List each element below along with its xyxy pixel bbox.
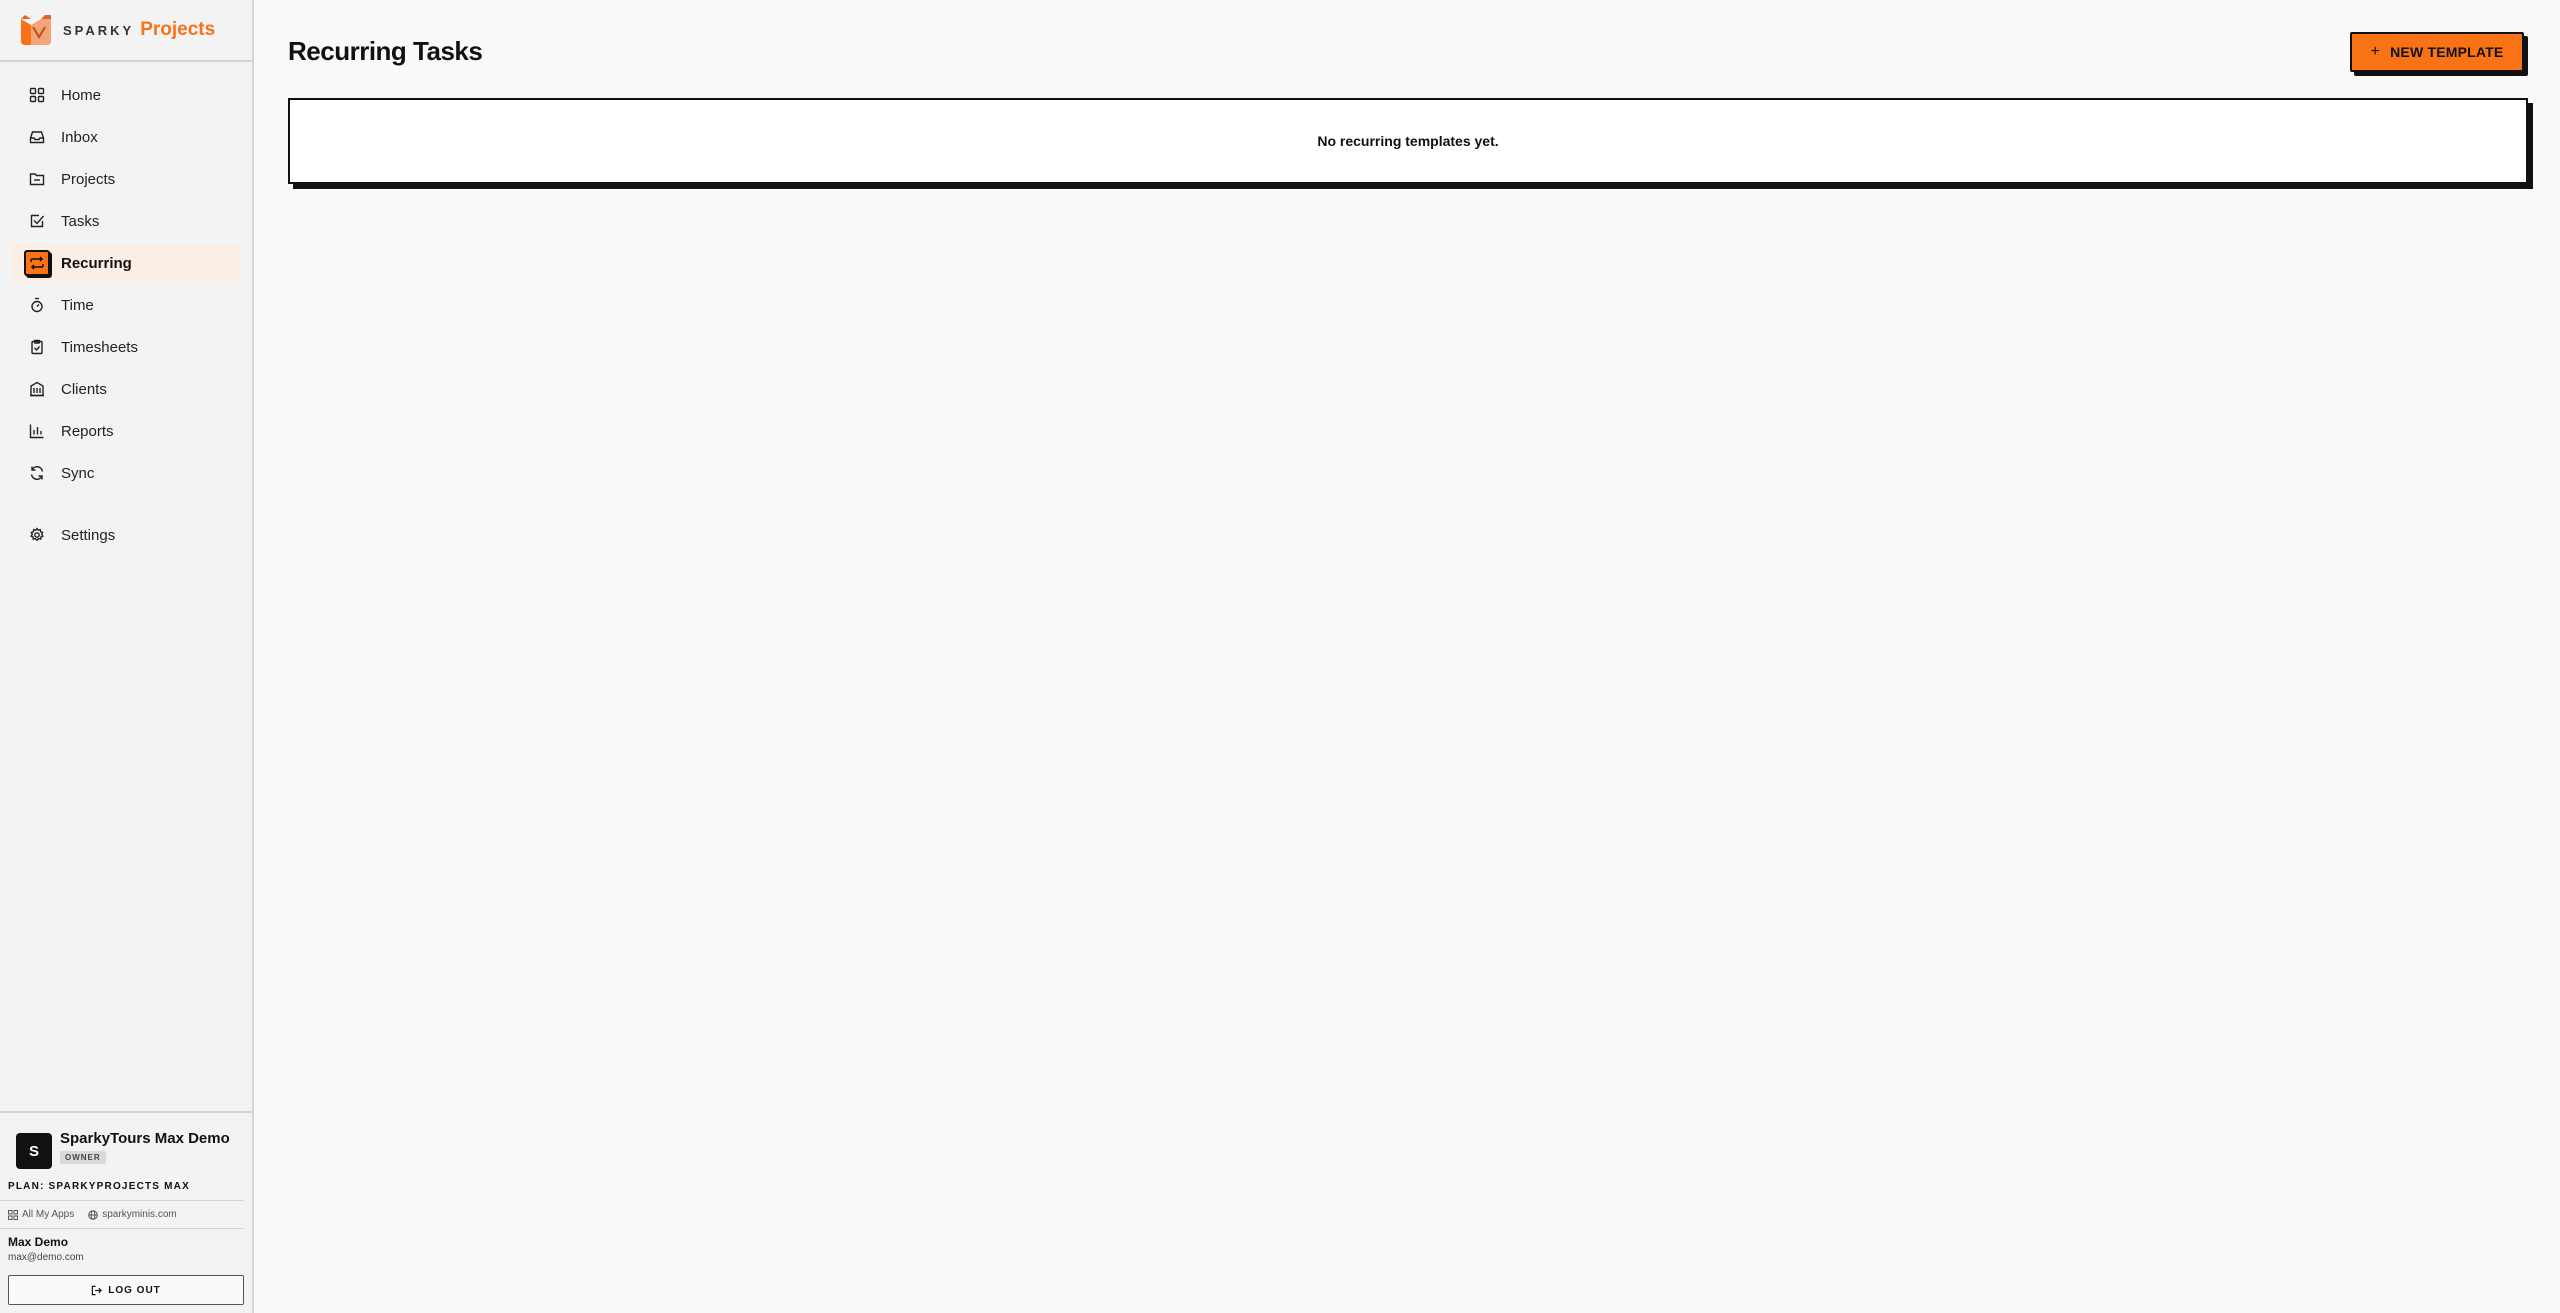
plus-icon: + — [2370, 43, 2381, 60]
clipboard-check-icon — [28, 338, 46, 356]
plan-label: PLAN: SPARKYPROJECTS MAX — [0, 1169, 244, 1201]
gear-icon — [28, 526, 46, 544]
folder-icon — [28, 170, 46, 188]
sidebar-item-label: Clients — [61, 380, 107, 398]
site-link[interactable]: sparkyminis.com — [88, 1209, 177, 1220]
all-apps-label: All My Apps — [22, 1209, 75, 1220]
globe-icon — [88, 1209, 99, 1220]
org-avatar: S — [16, 1133, 52, 1169]
new-template-label: NEW TEMPLATE — [2390, 44, 2504, 60]
inbox-icon — [28, 128, 46, 146]
home-icon — [28, 86, 46, 104]
sidebar-nav: Home Inbox Projects Tasks Recurring Time… — [0, 62, 252, 554]
sidebar-item-recurring[interactable]: Recurring — [12, 244, 240, 282]
sidebar: SPARKY Projects Home Inbox Projects Task… — [0, 0, 254, 1313]
sidebar-item-label: Sync — [61, 464, 95, 482]
grid-icon — [8, 1209, 18, 1220]
sidebar-item-tasks[interactable]: Tasks — [12, 202, 240, 240]
refresh-icon — [28, 464, 46, 482]
user-email: max@demo.com — [8, 1252, 84, 1263]
sidebar-item-reports[interactable]: Reports — [12, 412, 240, 450]
logout-button[interactable]: LOG OUT — [8, 1275, 244, 1305]
sidebar-item-clients[interactable]: Clients — [12, 370, 240, 408]
sidebar-item-inbox[interactable]: Inbox — [12, 118, 240, 156]
sidebar-item-time[interactable]: Time — [12, 286, 240, 324]
new-template-button[interactable]: + NEW TEMPLATE — [2350, 32, 2524, 72]
sidebar-item-label: Time — [61, 296, 94, 314]
role-badge: OWNER — [60, 1151, 106, 1164]
sidebar-item-projects[interactable]: Projects — [12, 160, 240, 198]
checkbox-icon — [28, 212, 46, 230]
site-label: sparkyminis.com — [102, 1209, 177, 1220]
user-info: Max Demo max@demo.com — [0, 1229, 252, 1263]
empty-state-card: No recurring templates yet. — [288, 98, 2528, 184]
all-apps-link[interactable]: All My Apps — [8, 1209, 74, 1220]
org-name: SparkyTours Max Demo — [60, 1130, 230, 1147]
sidebar-item-label: Projects — [61, 170, 116, 188]
building-icon — [28, 380, 46, 398]
logout-label: LOG OUT — [108, 1284, 161, 1296]
sidebar-item-home[interactable]: Home — [12, 76, 240, 114]
sidebar-item-label: Inbox — [61, 128, 98, 146]
sidebar-item-settings[interactable]: Settings — [12, 516, 240, 554]
user-name: Max Demo — [8, 1235, 69, 1249]
sidebar-item-label: Home — [61, 86, 102, 104]
bar-chart-icon — [28, 422, 46, 440]
org-switcher[interactable]: S SparkyTours Max Demo OWNER — [0, 1113, 252, 1169]
empty-state-message: No recurring templates yet. — [1317, 133, 1499, 149]
main-content: Recurring Tasks + NEW TEMPLATE No recurr… — [256, 0, 2560, 1313]
sidebar-item-sync[interactable]: Sync — [12, 454, 240, 492]
sparky-logo-icon — [19, 13, 53, 47]
brand-sparky: SPARKY — [63, 22, 135, 38]
stopwatch-icon — [28, 296, 46, 314]
sidebar-item-label: Tasks — [61, 212, 100, 230]
sidebar-footer: S SparkyTours Max Demo OWNER PLAN: SPARK… — [0, 1111, 252, 1313]
brand-product: Projects — [140, 19, 216, 40]
sidebar-item-label: Timesheets — [61, 338, 138, 356]
sidebar-item-label: Settings — [61, 526, 116, 544]
sidebar-item-label: Reports — [61, 422, 114, 440]
sidebar-item-timesheets[interactable]: Timesheets — [12, 328, 240, 366]
org-info: SparkyTours Max Demo OWNER — [60, 1130, 230, 1165]
sidebar-item-label: Recurring — [61, 254, 132, 272]
page-title: Recurring Tasks — [288, 36, 483, 66]
logout-icon — [91, 1285, 103, 1295]
footer-links: All My Apps sparkyminis.com — [0, 1201, 244, 1229]
repeat-icon — [24, 250, 50, 276]
brand[interactable]: SPARKY Projects — [0, 0, 252, 62]
